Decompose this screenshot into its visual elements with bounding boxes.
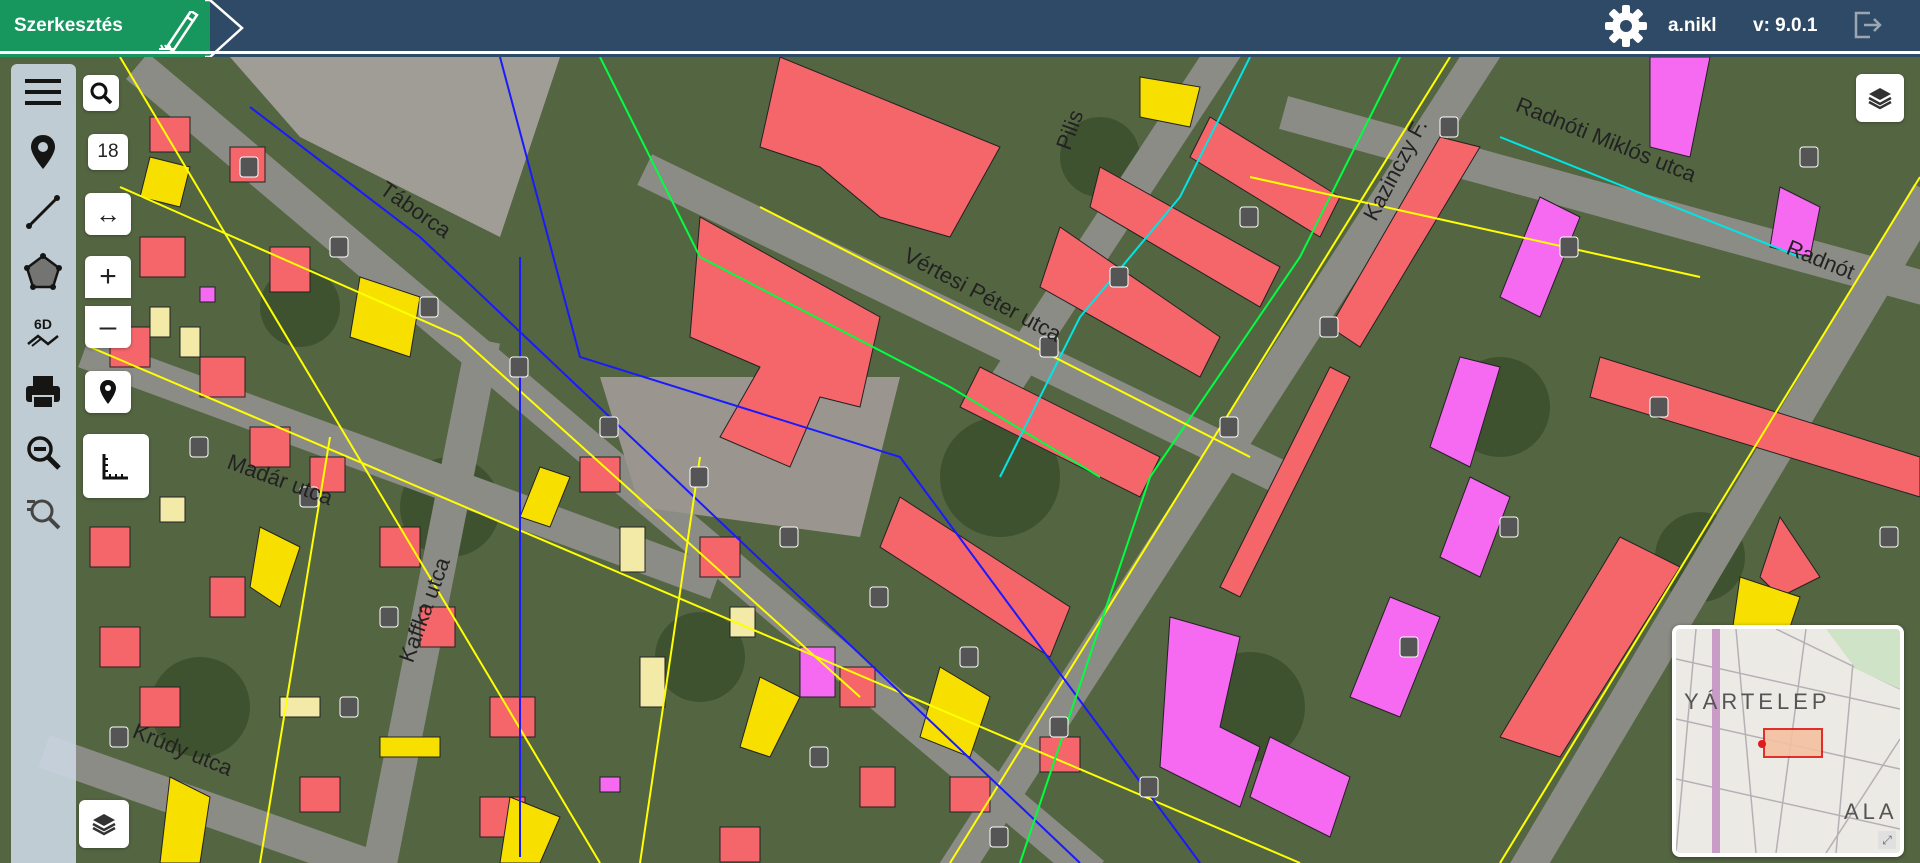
zoom-level-value: 18 (97, 141, 119, 162)
polygon-draw-icon (24, 253, 62, 290)
6d-label: 6D (34, 316, 52, 332)
polygon-tool-button[interactable] (23, 252, 63, 292)
gear-icon[interactable] (1604, 4, 1648, 48)
location-pin-icon (100, 380, 116, 404)
mode-tab-chevron (205, 0, 244, 57)
measure-button[interactable] (83, 434, 149, 498)
layer-switcher-button[interactable] (1856, 74, 1904, 122)
line-draw-icon (26, 195, 60, 229)
printer-icon (26, 376, 60, 409)
point-tool-button[interactable] (23, 132, 63, 172)
overview-map[interactable]: YÁRTELEP ALA ⤢ (1672, 625, 1904, 857)
search-icon (90, 82, 113, 105)
layers-icon (1868, 88, 1892, 110)
overview-label: ALA (1844, 799, 1898, 824)
top-bar: Szerkesztés a.nikl v: 9.0.1 (0, 0, 1920, 57)
pencil-ruler-icon (159, 11, 199, 51)
zoom-out-button[interactable]: – (85, 306, 131, 348)
left-toolbar: 6D (11, 64, 76, 863)
map-pin-icon (31, 135, 55, 169)
top-bar-divider (0, 51, 1920, 54)
menu-button[interactable] (23, 72, 63, 112)
overview-toggle-icon[interactable]: ⤢ (1878, 831, 1896, 849)
hamburger-menu-icon (25, 79, 61, 105)
map-canvas[interactable]: Táborca Vértesi Péter utca Pilis Kazincz… (0, 57, 1920, 863)
plus-icon: + (99, 260, 117, 293)
minus-icon: – (99, 310, 117, 343)
logout-icon[interactable] (1852, 10, 1882, 40)
ruler-icon (102, 454, 128, 480)
line-tool-button[interactable] (23, 192, 63, 232)
app-version: v: 9.0.1 (1753, 15, 1818, 36)
horizontal-arrows-icon: ↔ (95, 199, 121, 229)
layers-button[interactable] (79, 800, 129, 848)
zoom-search-button[interactable] (23, 432, 63, 472)
search-button[interactable] (83, 75, 119, 111)
zoom-in-button[interactable]: + (85, 256, 131, 298)
edit-mode-label: Szerkesztés (14, 15, 123, 36)
locate-button[interactable] (85, 371, 131, 413)
6d-icon (27, 334, 59, 347)
layers-icon (92, 814, 116, 836)
user-name[interactable]: a.nikl (1668, 15, 1717, 37)
zoom-level-display: 18 (88, 134, 128, 170)
zoom-filter-button[interactable] (23, 492, 63, 532)
print-button[interactable] (23, 372, 63, 412)
6d-tool-button[interactable]: 6D (23, 312, 63, 352)
aerial-imagery (0, 57, 1920, 863)
zoom-filter-icon (27, 499, 61, 530)
zoom-search-icon (27, 436, 61, 470)
pan-button[interactable]: ↔ (85, 193, 131, 235)
overview-label: YÁRTELEP (1684, 689, 1831, 714)
